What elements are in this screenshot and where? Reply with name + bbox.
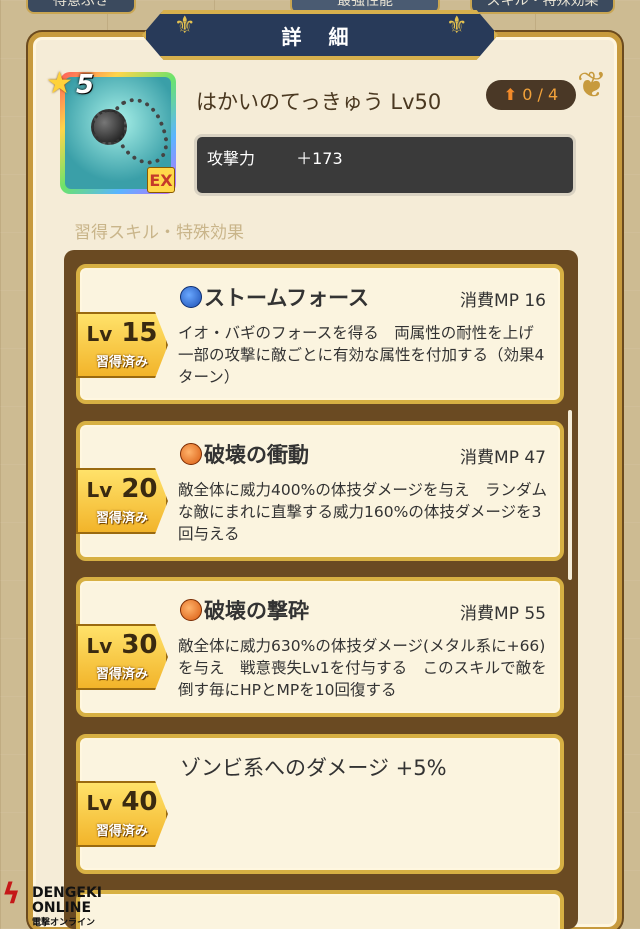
level-value: 15 <box>121 318 158 348</box>
stat-value: ＋173 <box>296 149 343 168</box>
skill-desc: 敵全体に威力400%の体技ダメージを与え ランダムな敵にまれに直撃する威力160… <box>178 481 548 543</box>
spiked-ball-icon <box>91 109 127 145</box>
learned-label: 習得済み <box>95 824 148 839</box>
skill-card[interactable] <box>76 890 564 929</box>
orange-orb-icon <box>180 443 202 465</box>
scrollbar[interactable] <box>568 410 572 580</box>
level-badge: Lv 15 習得済み <box>76 312 168 378</box>
tab-skills-effects[interactable]: スキル・特殊効果 <box>470 0 615 14</box>
orange-orb-icon <box>180 599 202 621</box>
learned-label: 習得済み <box>95 511 148 526</box>
flourish-icon: ❦ <box>576 65 607 106</box>
stat-box: 攻撃力 ＋173 <box>194 134 576 196</box>
fleur-de-lis-icon: ⚜ <box>174 11 196 39</box>
level-value: 40 <box>121 787 158 817</box>
skill-name: ゾンビ系へのダメージ +5% <box>180 756 447 780</box>
fleur-de-lis-icon: ⚜ <box>446 11 468 39</box>
level-badge: Lv 20 習得済み <box>76 468 168 534</box>
level-badge: Lv 40 習得済み <box>76 781 168 847</box>
level-value: 30 <box>121 630 158 660</box>
level-value: 20 <box>121 474 158 504</box>
watermark-logo: ϟ DENGEKI ONLINE 電撃オンライン <box>2 877 103 929</box>
upgrade-counter: ⬆ 0 / 4 <box>486 80 576 110</box>
skill-desc: 敵全体に威力630%の体技ダメージ(メタル系に+66)を与え 戦意喪失Lv1を付… <box>178 637 547 699</box>
ex-badge: EX <box>147 167 175 193</box>
upgrade-value: 0 / 4 <box>522 85 559 104</box>
star-icon: ★ <box>46 66 73 101</box>
skill-mp: 消費MP 47 <box>460 448 546 468</box>
blue-orb-icon <box>180 286 202 308</box>
learned-label: 習得済み <box>95 355 148 370</box>
tab-favorite-weapon[interactable]: 得意ぶき <box>26 0 136 14</box>
rarity-value: 5 <box>76 70 95 100</box>
lightning-bolt-icon: ϟ <box>2 877 21 910</box>
page-title: 詳 細 <box>281 24 359 49</box>
stat-label: 攻撃力 <box>207 149 256 168</box>
skill-mp: 消費MP 55 <box>460 604 546 624</box>
section-label: 習得スキル・特殊効果 <box>74 223 244 243</box>
skill-name: 破壊の撃砕 <box>180 595 309 625</box>
skill-mp: 消費MP 16 <box>460 291 546 311</box>
skill-name: ストームフォース <box>180 282 369 312</box>
skill-name: 破壊の衝動 <box>180 439 309 469</box>
arrow-up-icon: ⬆ <box>503 85 518 104</box>
skill-desc: イオ・バギのフォースを得る 両属性の耐性を上げ 一部の攻撃に敵ごとに有効な属性を… <box>178 324 550 386</box>
level-badge: Lv 30 習得済み <box>76 624 168 690</box>
learned-label: 習得済み <box>95 667 148 682</box>
item-name: はかいのてっきゅう Lv50 <box>196 90 442 114</box>
